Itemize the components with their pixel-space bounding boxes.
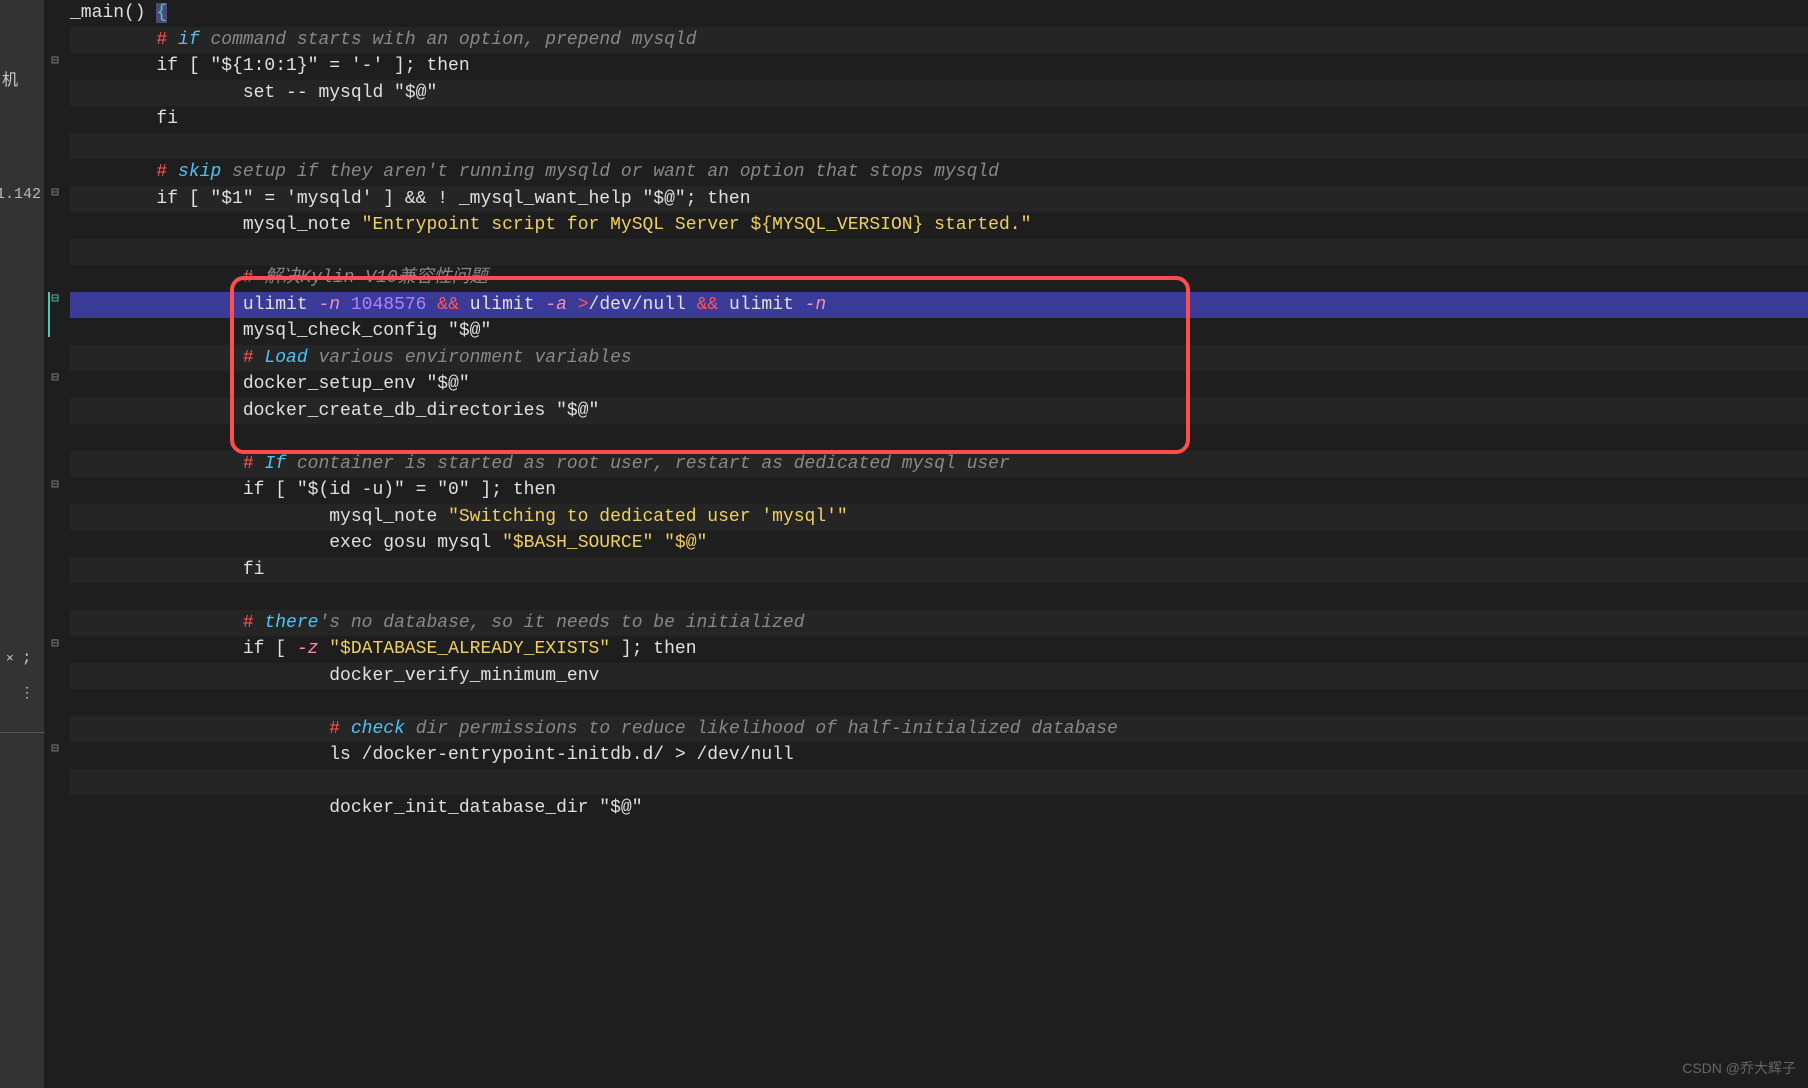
- code-line: exec gosu mysql "$BASH_SOURCE" "$@": [70, 530, 1808, 557]
- code-line: # if command starts with an option, prep…: [70, 27, 1808, 54]
- code-line: docker_setup_env "$@": [70, 371, 1808, 398]
- tab-close-marker[interactable]: ;: [22, 649, 32, 667]
- code-line: # check dir permissions to reduce likeli…: [70, 716, 1808, 743]
- sidebar-separator: [0, 732, 45, 733]
- code-line: [70, 424, 1808, 451]
- code-line: # 解决Kylin V10兼容性问题: [70, 265, 1808, 292]
- code-line: [70, 133, 1808, 160]
- fold-marker-icon[interactable]: ⊟: [48, 291, 62, 306]
- kebab-icon[interactable]: ⋮: [20, 685, 34, 702]
- code-line: docker_create_db_directories "$@": [70, 398, 1808, 425]
- code-line: if [ -z "$DATABASE_ALREADY_EXISTS" ]; th…: [70, 636, 1808, 663]
- code-line: if [ "$(id -u)" = "0" ]; then: [70, 477, 1808, 504]
- sidebar-ip-label: 1.142: [0, 186, 41, 203]
- code-line: [70, 689, 1808, 716]
- code-line: [70, 769, 1808, 796]
- code-line: _main() {: [70, 0, 1808, 27]
- fold-marker-icon[interactable]: ⊟: [48, 477, 62, 492]
- activity-sidebar: 机 1.142 × ; ⋮: [0, 0, 45, 1088]
- bracket-indicator: [48, 292, 50, 337]
- code-line: if [ "$1" = 'mysqld' ] && ! _mysql_want_…: [70, 186, 1808, 213]
- code-line: mysql_note "Entrypoint script for MySQL …: [70, 212, 1808, 239]
- code-line: if [ "${1:0:1}" = '-' ]; then: [70, 53, 1808, 80]
- code-editor[interactable]: _main() { # if command starts with an op…: [70, 0, 1808, 1088]
- fold-marker-icon[interactable]: ⊟: [48, 185, 62, 200]
- code-line: # there's no database, so it needs to be…: [70, 610, 1808, 637]
- close-icon[interactable]: ×: [6, 651, 14, 666]
- fold-marker-icon[interactable]: ⊟: [48, 741, 62, 756]
- code-line: [70, 239, 1808, 266]
- code-line: [70, 583, 1808, 610]
- fold-marker-icon[interactable]: ⊟: [48, 53, 62, 68]
- code-line-highlighted: ulimit -n 1048576 && ulimit -a >/dev/nul…: [70, 292, 1808, 319]
- editor-gutter: [45, 0, 73, 1088]
- code-line: # Load various environment variables: [70, 345, 1808, 372]
- code-line: mysql_note "Switching to dedicated user …: [70, 504, 1808, 531]
- code-line: set -- mysqld "$@": [70, 80, 1808, 107]
- code-line: # skip setup if they aren't running mysq…: [70, 159, 1808, 186]
- watermark-text: CSDN @乔大辉子: [1682, 1058, 1796, 1078]
- code-line: fi: [70, 106, 1808, 133]
- code-line: # If container is started as root user, …: [70, 451, 1808, 478]
- code-line: mysql_check_config "$@": [70, 318, 1808, 345]
- fold-marker-icon[interactable]: ⊟: [48, 636, 62, 651]
- code-line: fi: [70, 557, 1808, 584]
- sidebar-tab-label[interactable]: 机: [2, 66, 18, 90]
- code-line: ls /docker-entrypoint-initdb.d/ > /dev/n…: [70, 742, 1808, 769]
- code-line: docker_init_database_dir "$@": [70, 795, 1808, 822]
- code-line: docker_verify_minimum_env: [70, 663, 1808, 690]
- fold-marker-icon[interactable]: ⊟: [48, 370, 62, 385]
